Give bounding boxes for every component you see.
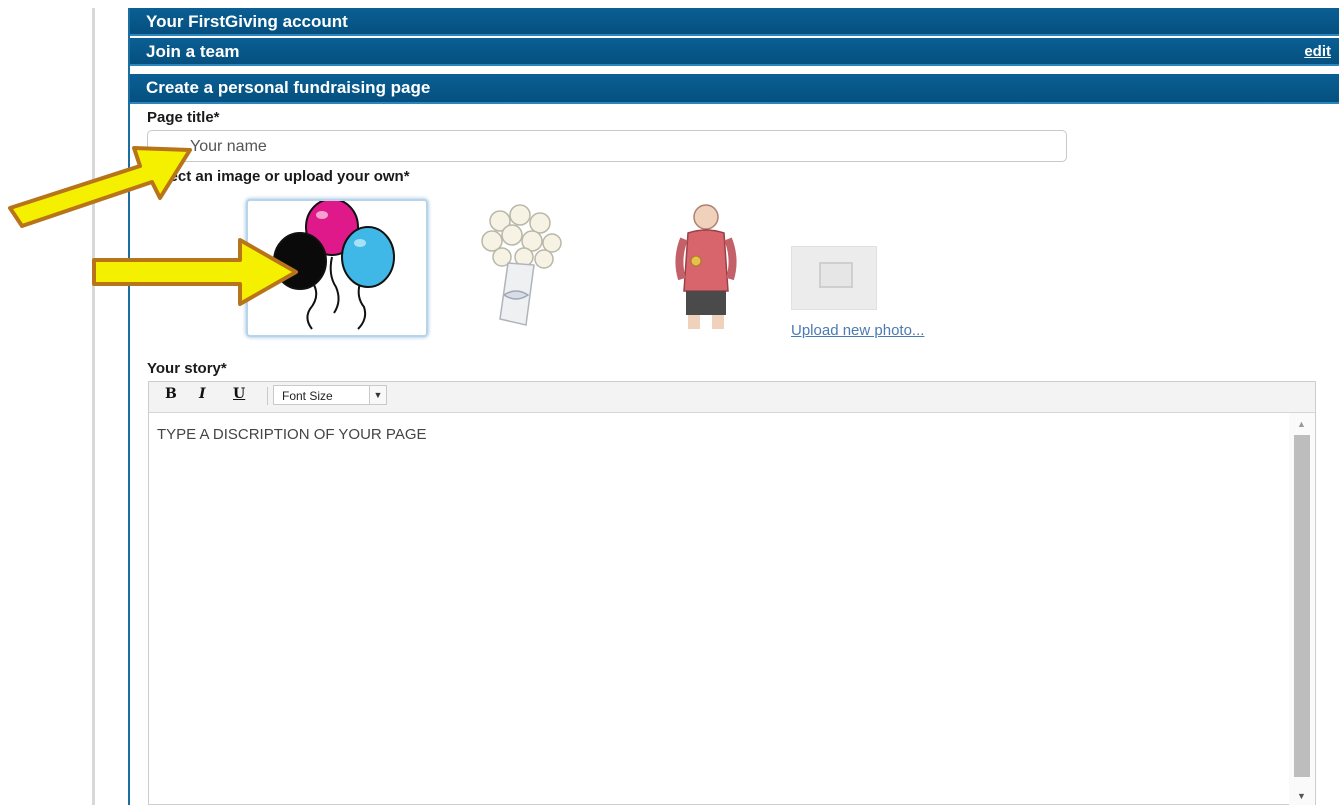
section-header-join-team[interactable]: Join a team edit bbox=[130, 38, 1339, 66]
join-team-edit-link[interactable]: edit bbox=[1304, 38, 1331, 66]
athlete-medal-icon bbox=[675, 204, 737, 329]
section-header-account[interactable]: Your FirstGiving account bbox=[130, 8, 1339, 36]
page-title-input[interactable]: Your name bbox=[147, 130, 1067, 162]
upload-photo-placeholder[interactable] bbox=[791, 246, 877, 310]
scroll-down-icon[interactable]: ▼ bbox=[1297, 791, 1306, 801]
section-header-join-team-label: Join a team bbox=[146, 42, 240, 61]
page-title-label: Page title* bbox=[147, 109, 220, 126]
toolbar-separator bbox=[267, 387, 268, 405]
font-size-select[interactable]: Font Size ▼ bbox=[273, 385, 387, 405]
annotation-arrow-icon bbox=[92, 238, 298, 306]
flower-bouquet-icon bbox=[481, 204, 562, 326]
font-size-select-label: Font Size bbox=[282, 389, 333, 403]
editor-scrollbar[interactable]: ▲ ▼ bbox=[1289, 413, 1315, 805]
story-editor: B I U Font Size ▼ TYPE A DISCRIPTION OF … bbox=[148, 381, 1316, 805]
page-left-divider bbox=[92, 8, 95, 805]
section-header-create-page-label: Create a personal fundraising page bbox=[146, 78, 431, 97]
section-header-create-page[interactable]: Create a personal fundraising page bbox=[130, 74, 1339, 104]
scrollbar-thumb[interactable] bbox=[1294, 435, 1310, 777]
image-option-flowers[interactable] bbox=[430, 199, 612, 337]
editor-toolbar: B I U Font Size ▼ bbox=[149, 382, 1315, 413]
story-textarea[interactable]: TYPE A DISCRIPTION OF YOUR PAGE bbox=[157, 426, 427, 443]
image-option-athlete[interactable] bbox=[614, 199, 796, 337]
annotation-arrow-icon bbox=[8, 146, 192, 228]
scroll-up-icon[interactable]: ▲ bbox=[1297, 419, 1306, 429]
bold-button[interactable]: B bbox=[165, 386, 177, 402]
photo-placeholder-icon bbox=[819, 262, 853, 288]
upload-new-photo-link[interactable]: Upload new photo... bbox=[791, 322, 924, 339]
story-label: Your story* bbox=[147, 360, 227, 377]
italic-button[interactable]: I bbox=[199, 386, 206, 402]
registration-panel: Your FirstGiving account Join a team edi… bbox=[128, 8, 1339, 805]
section-header-account-label: Your FirstGiving account bbox=[146, 12, 348, 31]
chevron-down-icon[interactable]: ▼ bbox=[369, 386, 386, 404]
underline-button[interactable]: U bbox=[233, 386, 245, 402]
